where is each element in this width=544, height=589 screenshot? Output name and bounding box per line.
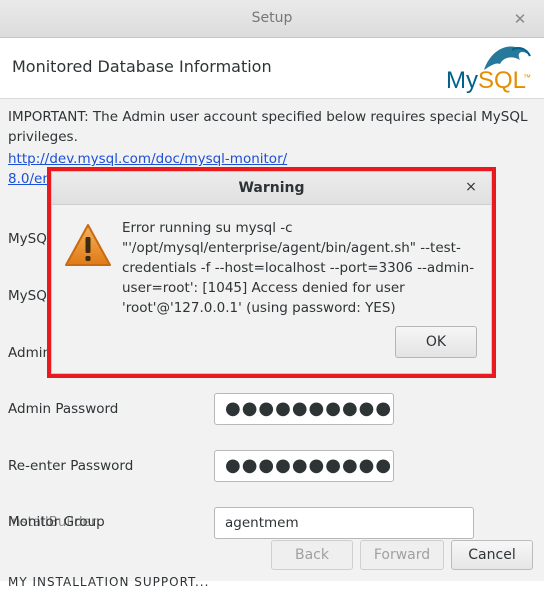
dialog-titlebar: Warning × [52,172,491,205]
admin-password-value: ●●●●●●●●●● [225,398,393,419]
monitor-group-value: agentmem [225,515,299,531]
dialog-title: Warning [238,180,305,196]
window-close-icon[interactable]: ✕ [510,9,530,29]
important-notice: IMPORTANT: The Admin user account specif… [8,109,528,145]
reenter-password-label: Re-enter Password [8,458,134,474]
cancel-button[interactable]: Cancel [451,540,533,570]
admin-password-field[interactable]: ●●●●●●●●●● [214,393,394,425]
warning-dialog: Warning × Error running su mysql -c "'/o… [51,171,492,374]
mysql-logo: My SQL ™ [446,46,531,94]
reenter-password-field[interactable]: ●●●●●●●●●● [214,450,394,482]
doc-link[interactable]: http://dev.mysql.com/doc/mysql-monitor/ [8,149,287,169]
doc-link-line2[interactable]: 8.0/en [8,169,51,189]
admin-user-label: Admin [8,345,52,361]
bottom-cut-text: MY INSTALLATION SUPPORT... [8,575,210,589]
forward-button[interactable]: Forward [360,540,444,570]
logo-text-my: My [446,67,478,94]
mysql-port-label: MySQ [8,288,47,304]
monitor-group-label: Monitor Group [8,514,105,530]
window-titlebar: Setup ✕ [0,0,544,38]
page-header: Monitored Database Information My SQL ™ [0,38,544,99]
admin-password-label: Admin Password [8,401,119,417]
logo-tm: ™ [523,73,531,82]
window-title: Setup [251,10,293,26]
mysql-host-label: MySQ [8,231,47,247]
reenter-password-value: ●●●●●●●●●● [225,455,393,476]
back-button[interactable]: Back [271,540,353,570]
logo-text-sql: SQL [478,67,526,94]
monitor-group-field[interactable]: agentmem [214,507,474,539]
dialog-close-icon[interactable]: × [463,179,479,195]
dialog-message: Error running su mysql -c "'/opt/mysql/e… [122,220,475,316]
warning-triangle-icon [65,224,111,266]
ok-button[interactable]: OK [395,326,477,358]
page-title: Monitored Database Information [12,57,272,76]
